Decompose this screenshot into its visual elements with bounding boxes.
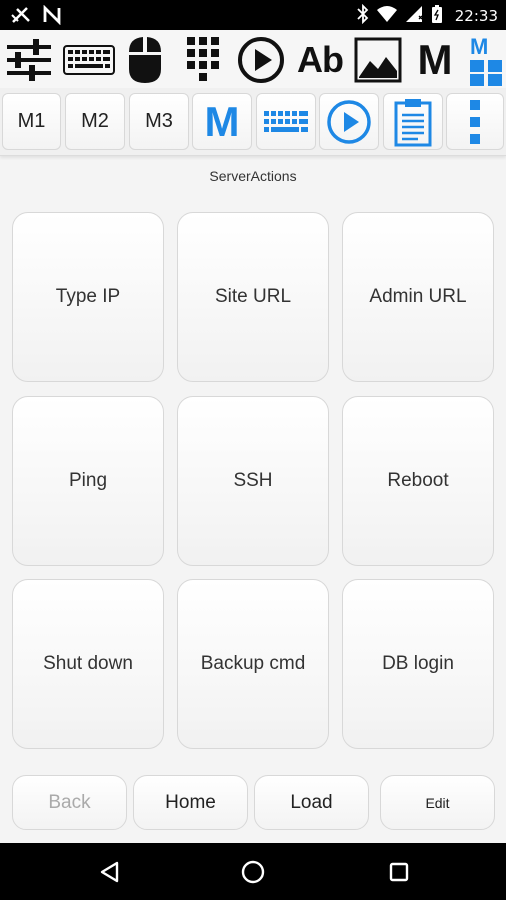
type-ip-button[interactable]: Type IP <box>12 212 164 382</box>
macro-grid-icon[interactable]: M <box>466 34 506 86</box>
home-circle-icon[interactable] <box>238 857 268 887</box>
clock: 22:33 <box>454 7 498 25</box>
admin-url-button[interactable]: Admin URL <box>342 212 494 382</box>
ssh-button[interactable]: SSH <box>177 396 329 566</box>
db-login-button[interactable]: DB login <box>342 579 494 749</box>
play-button[interactable] <box>319 93 379 150</box>
home-button[interactable]: Home <box>133 775 248 830</box>
image-icon[interactable] <box>352 34 404 86</box>
clipboard-button[interactable] <box>383 93 443 150</box>
more-vertical-icon <box>470 99 480 144</box>
play-circle-icon[interactable] <box>235 34 287 86</box>
macro-grid-label: M <box>470 34 489 59</box>
macro-toolbar: M1 M2 M3 M <box>0 88 506 156</box>
recents-square-icon[interactable] <box>384 857 414 887</box>
load-button[interactable]: Load <box>254 775 369 830</box>
mixer-sliders-icon[interactable] <box>3 34 55 86</box>
bluetooth-icon <box>357 3 369 28</box>
m3-button[interactable]: M3 <box>129 93 189 150</box>
ping-button[interactable]: Ping <box>12 396 164 566</box>
status-bar: 22:33 <box>0 0 506 30</box>
keyboard-icon[interactable] <box>62 34 116 86</box>
wifi-icon <box>376 5 397 27</box>
signal-icon <box>405 5 423 27</box>
n-notification-icon <box>42 4 62 29</box>
site-url-button[interactable]: Site URL <box>177 212 329 382</box>
edit-button[interactable]: Edit <box>380 775 495 830</box>
backup-cmd-button[interactable]: Backup cmd <box>177 579 329 749</box>
reboot-button[interactable]: Reboot <box>342 396 494 566</box>
no-sim-icon <box>10 5 32 29</box>
numpad-icon[interactable] <box>180 34 226 86</box>
top-toolbar: Ab M M <box>0 30 506 88</box>
macro-icon[interactable]: M <box>410 34 460 86</box>
page-title: ServerActions <box>209 168 297 184</box>
text-icon[interactable]: Ab <box>292 34 348 86</box>
m2-button[interactable]: M2 <box>65 93 125 150</box>
play-circle-icon <box>327 99 371 144</box>
mouse-icon[interactable] <box>122 34 168 86</box>
back-button[interactable]: Back <box>12 775 127 830</box>
keyboard-icon <box>264 110 308 132</box>
battery-icon <box>431 4 443 28</box>
keyboard-button[interactable] <box>256 93 316 150</box>
navigation-bar <box>0 843 506 900</box>
shut-down-button[interactable]: Shut down <box>12 579 164 749</box>
macro-button[interactable]: M <box>192 93 252 150</box>
more-options-button[interactable] <box>446 93 504 150</box>
clipboard-icon <box>394 98 432 146</box>
back-triangle-icon[interactable] <box>94 857 124 887</box>
m1-button[interactable]: M1 <box>2 93 61 150</box>
